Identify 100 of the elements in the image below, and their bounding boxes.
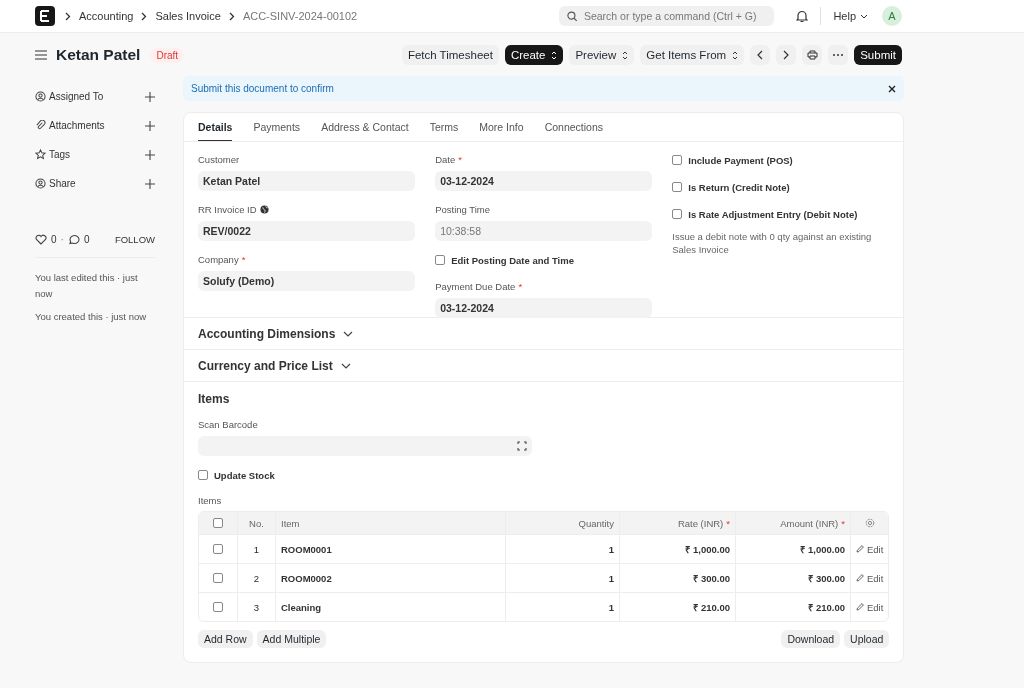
add-icon[interactable] [145,149,155,160]
print-button[interactable] [802,45,823,65]
dropdown-button[interactable]: Preview [569,45,635,65]
barcode-field[interactable] [198,436,532,456]
sidebar-item[interactable]: Share [49,178,76,189]
scan-icon[interactable] [517,441,527,451]
heart-icon[interactable] [35,233,47,245]
share-user-icon [35,178,46,189]
action-button[interactable]: Submit [854,45,902,65]
table-button[interactable]: Upload [844,630,890,648]
previous-button[interactable] [750,45,771,65]
status-badge: Draft [150,47,185,63]
next-button[interactable] [776,45,797,65]
tab[interactable]: Terms [429,113,459,141]
edit-link[interactable]: Edit [856,572,884,584]
menu-icon[interactable] [35,50,47,60]
dropdown-button[interactable]: Create [504,45,564,65]
printer-icon [806,50,818,60]
checkbox-label: Include Payment (POS) [688,154,793,166]
add-icon[interactable] [145,91,155,102]
input-field[interactable]: Ketan Patel [198,171,416,191]
pencil-icon [856,603,864,611]
comment-icon[interactable] [67,233,80,245]
table-cell: 1 [608,572,614,584]
row-checkbox[interactable] [213,544,223,554]
edit-link[interactable]: Edit [856,601,884,613]
add-icon[interactable] [145,178,155,189]
section-heading[interactable]: Accounting Dimensions [198,326,336,341]
required-mark: * [241,254,246,265]
user-avatar[interactable]: A [882,6,902,26]
table-cell: ₹ 210.00 [808,600,845,614]
search-field[interactable]: Search or type a command (Ctrl + G) [559,6,775,26]
table-button[interactable]: Download [781,630,841,648]
app-logo-icon[interactable] [35,6,55,26]
help-menu[interactable]: Help [833,10,868,22]
table-button[interactable]: Add Row [198,630,253,648]
checkbox-label: Edit Posting Date and Time [451,254,574,266]
required-mark: * [726,517,730,529]
tab[interactable]: Details [198,113,233,141]
tab[interactable]: More Info [479,113,524,141]
input-field[interactable]: 03-12-2024 [435,298,653,318]
pencil-icon [856,545,864,553]
action-button[interactable]: Fetch Timesheet [401,45,499,65]
chevron-right-icon [141,11,148,21]
section-heading: Items [198,392,231,406]
input-field[interactable]: Solufy (Demo) [198,271,416,291]
sidebar-item[interactable]: Tags [49,149,71,160]
tab[interactable]: Payments [253,113,301,141]
edit-link[interactable]: Edit [856,543,884,555]
row-checkbox[interactable] [213,573,223,583]
checkbox[interactable] [672,182,683,192]
more-button[interactable] [828,45,849,65]
row-checkbox[interactable] [213,602,223,612]
field-label: Payment Due Date [435,281,516,292]
paperclip-icon [35,120,46,131]
breadcrumb-link[interactable]: Accounting [79,10,134,22]
section-heading[interactable]: Currency and Price List [198,358,333,373]
sort-arrows-icon [732,50,739,60]
checkbox[interactable] [672,155,683,165]
required-mark: * [458,154,462,165]
help-text: Issue a debit note with 0 qty against an existing Sales Invoice [672,230,873,256]
chevron-down-icon[interactable] [340,362,351,369]
checkbox[interactable] [672,209,683,219]
chevron-down-icon [860,13,868,19]
tab[interactable]: Address & Contact [321,113,409,141]
sidebar-item[interactable]: Assigned To [49,91,104,102]
chevron-left-icon [757,50,764,60]
field-label: RR Invoice ID [198,204,257,215]
table-label: Items [198,495,223,506]
table-cell: ₹ 300.00 [808,571,845,585]
sidebar-item[interactable]: Attachments [49,120,105,131]
settings-icon[interactable] [864,518,875,528]
checkbox[interactable] [198,470,208,480]
select-all-checkbox[interactable] [213,518,223,528]
activity-text: You last edited this · just now [35,271,139,301]
alert-message: Submit this document to confirm [191,83,334,94]
follow-link[interactable]: FOLLOW [114,233,155,245]
add-icon[interactable] [145,120,155,131]
input-field[interactable]: 03-12-2024 [435,171,653,191]
checkbox[interactable] [435,255,446,265]
checkbox-label: Update Stock [214,469,275,481]
close-icon[interactable] [888,84,897,93]
chevron-down-icon[interactable] [343,330,354,337]
column-header: Quantity [578,517,614,529]
assign-user-icon [35,91,46,102]
chevron-right-icon [783,50,790,60]
comment-count: 0 [83,233,90,245]
table-cell: ₹ 300.00 [693,571,730,585]
dropdown-button[interactable]: Get Items From [640,45,745,65]
tab[interactable]: Connections [544,113,603,141]
field-label: Scan Barcode [198,419,258,430]
table-cell: 3 [253,601,260,613]
breadcrumb-link[interactable]: Sales Invoice [155,10,221,22]
table-cell: ₹ 1,000.00 [685,542,730,556]
breadcrumb-link[interactable]: ACC-SINV-2024-00102 [242,10,358,22]
input-field[interactable]: REV/0022 [198,221,416,241]
star-icon [35,149,46,160]
table-button[interactable]: Add Multiple [256,630,327,648]
notification-bell-icon[interactable] [796,9,809,23]
like-count: 0 [51,233,57,245]
